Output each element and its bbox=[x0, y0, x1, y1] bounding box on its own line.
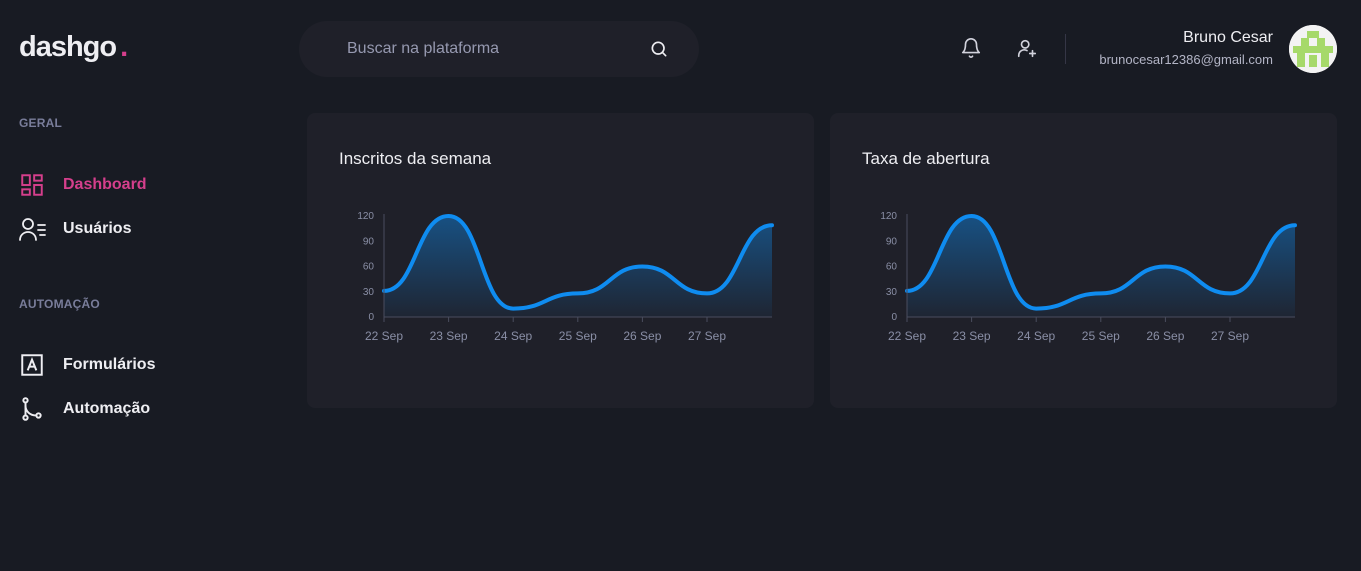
user-email: brunocesar12386@gmail.com bbox=[1099, 52, 1273, 67]
chart-card-taxa-abertura: Taxa de abertura 0 30 60 90 120 22 Sep 23 Sep 2… bbox=[830, 113, 1337, 408]
user-name: Bruno Cesar bbox=[1183, 29, 1273, 46]
form-icon bbox=[19, 352, 47, 378]
x-tick-label: 22 Sep bbox=[365, 329, 403, 343]
x-tick-label: 26 Sep bbox=[1146, 329, 1184, 343]
x-tick-label: 27 Sep bbox=[1211, 329, 1249, 343]
section-title-automacao: AUTOMAÇÃO bbox=[19, 297, 100, 311]
bell-icon[interactable] bbox=[960, 37, 982, 59]
logo-text: dashgo bbox=[19, 31, 117, 63]
area-fill bbox=[384, 216, 772, 317]
x-tick-label: 27 Sep bbox=[688, 329, 726, 343]
y-tick-label: 60 bbox=[886, 262, 898, 273]
section-title-geral: GERAL bbox=[19, 116, 62, 130]
sidebar-item-label: Formulários bbox=[63, 356, 156, 373]
y-tick-label: 90 bbox=[886, 236, 898, 247]
user-add-icon[interactable] bbox=[1016, 37, 1038, 59]
sidebar-item-formularios[interactable]: Formulários bbox=[19, 353, 259, 377]
y-tick-label: 30 bbox=[886, 287, 898, 298]
sidebar-item-label: Usuários bbox=[63, 220, 132, 237]
x-tick-label: 25 Sep bbox=[559, 329, 597, 343]
x-tick-label: 26 Sep bbox=[623, 329, 661, 343]
git-merge-icon bbox=[19, 396, 47, 422]
y-tick-label: 0 bbox=[368, 312, 374, 323]
x-tick-label: 24 Sep bbox=[494, 329, 532, 343]
x-tick-label: 22 Sep bbox=[888, 329, 926, 343]
search-input[interactable] bbox=[347, 40, 649, 58]
user-profile[interactable]: Bruno Cesar brunocesar12386@gmail.com bbox=[1099, 29, 1273, 67]
x-tick-label: 25 Sep bbox=[1082, 329, 1120, 343]
users-icon bbox=[19, 216, 47, 242]
avatar[interactable] bbox=[1289, 25, 1337, 73]
area-chart: 0 30 60 90 120 22 Sep 23 Sep 24 Sep 25 Sep 26 Sep… bbox=[357, 211, 774, 343]
sidebar-item-dashboard[interactable]: Dashboard bbox=[19, 173, 259, 197]
chart-card-inscritos: Inscritos da semana 0 30 60 90 120 22 Sep 23 S… bbox=[307, 113, 814, 408]
sidebar-item-label: Dashboard bbox=[63, 176, 147, 193]
search-icon[interactable] bbox=[649, 39, 669, 59]
logo-dot: . bbox=[120, 31, 128, 63]
header-actions bbox=[960, 37, 1038, 59]
sidebar-item-usuarios[interactable]: Usuários bbox=[19, 217, 259, 241]
sidebar: GERAL Dashboard Usuários AUTOMAÇÃO Formu… bbox=[19, 116, 259, 421]
app-logo[interactable]: dashgo. bbox=[19, 31, 128, 64]
y-tick-label: 60 bbox=[363, 262, 375, 273]
area-chart: 0 30 60 90 120 22 Sep 23 Sep 24 Sep 25 Sep 26 Sep… bbox=[880, 211, 1297, 343]
sidebar-item-automacao[interactable]: Automação bbox=[19, 397, 259, 421]
header-divider bbox=[1065, 34, 1066, 64]
y-tick-label: 0 bbox=[891, 312, 897, 323]
y-tick-label: 120 bbox=[357, 211, 374, 222]
x-tick-label: 23 Sep bbox=[430, 329, 468, 343]
y-tick-label: 90 bbox=[363, 236, 375, 247]
x-tick-label: 23 Sep bbox=[953, 329, 991, 343]
sidebar-item-label: Automação bbox=[63, 400, 151, 417]
search-bar[interactable] bbox=[299, 21, 699, 77]
area-fill bbox=[907, 216, 1295, 317]
dashboard-icon bbox=[19, 172, 47, 198]
x-tick-label: 24 Sep bbox=[1017, 329, 1055, 343]
y-tick-label: 120 bbox=[880, 211, 897, 222]
y-tick-label: 30 bbox=[363, 287, 375, 298]
